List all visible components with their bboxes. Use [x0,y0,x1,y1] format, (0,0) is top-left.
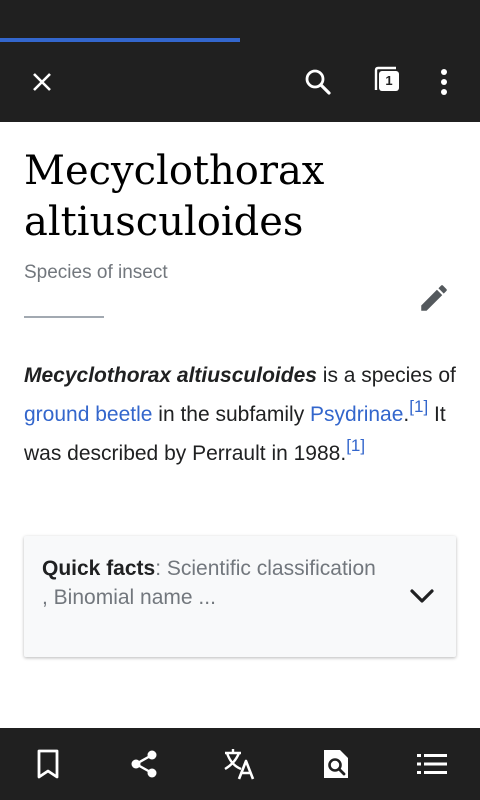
find-in-page-icon [324,750,348,778]
article-subject-bold: Mecyclothorax altiusculoides [24,364,317,387]
find-in-page-button[interactable] [312,740,360,788]
edit-description-button[interactable] [410,274,458,322]
link-ground-beetle[interactable]: ground beetle [24,403,152,426]
intro-text-1: is a species of [316,364,456,387]
bookmark-icon [37,749,59,779]
top-toolbar: 1 [0,42,480,122]
overflow-menu-button[interactable] [420,58,468,106]
share-icon [131,750,157,778]
translate-button[interactable] [216,740,264,788]
quick-facts-card[interactable]: Quick facts: Scientific classification ,… [24,536,456,657]
translate-icon [224,749,255,780]
tab-count-badge: 1 [379,71,399,91]
chevron-down-icon[interactable] [406,580,438,612]
table-of-contents-icon [417,754,447,774]
pencil-icon [421,285,447,311]
tabs-button[interactable]: 1 [366,58,414,106]
status-bar [0,0,480,38]
article-intro-paragraph: Mecyclothorax altiusculoides is a specie… [24,356,464,473]
page-title: Mecyclothorax altiusculoides [24,148,325,245]
tabs-icon: 1 [366,58,414,106]
title-divider [24,316,104,318]
search-button[interactable] [294,58,342,106]
save-bookmark-button[interactable] [24,740,72,788]
quick-facts-text: Quick facts: Scientific classification ,… [42,554,382,612]
table-of-contents-button[interactable] [408,740,456,788]
more-vertical-icon [441,69,447,95]
close-icon [33,73,51,91]
bottom-action-bar [0,728,480,800]
close-button[interactable] [18,58,66,106]
share-button[interactable] [120,740,168,788]
article-description: Species of insect [24,262,168,283]
intro-text-2: in the subfamily [152,403,311,426]
search-icon [305,69,331,95]
reference-link-1[interactable]: [1] [409,397,428,416]
reference-link-2[interactable]: [1] [346,436,365,455]
quick-facts-label: Quick facts [42,557,156,580]
link-psydrinae[interactable]: Psydrinae [310,403,403,426]
